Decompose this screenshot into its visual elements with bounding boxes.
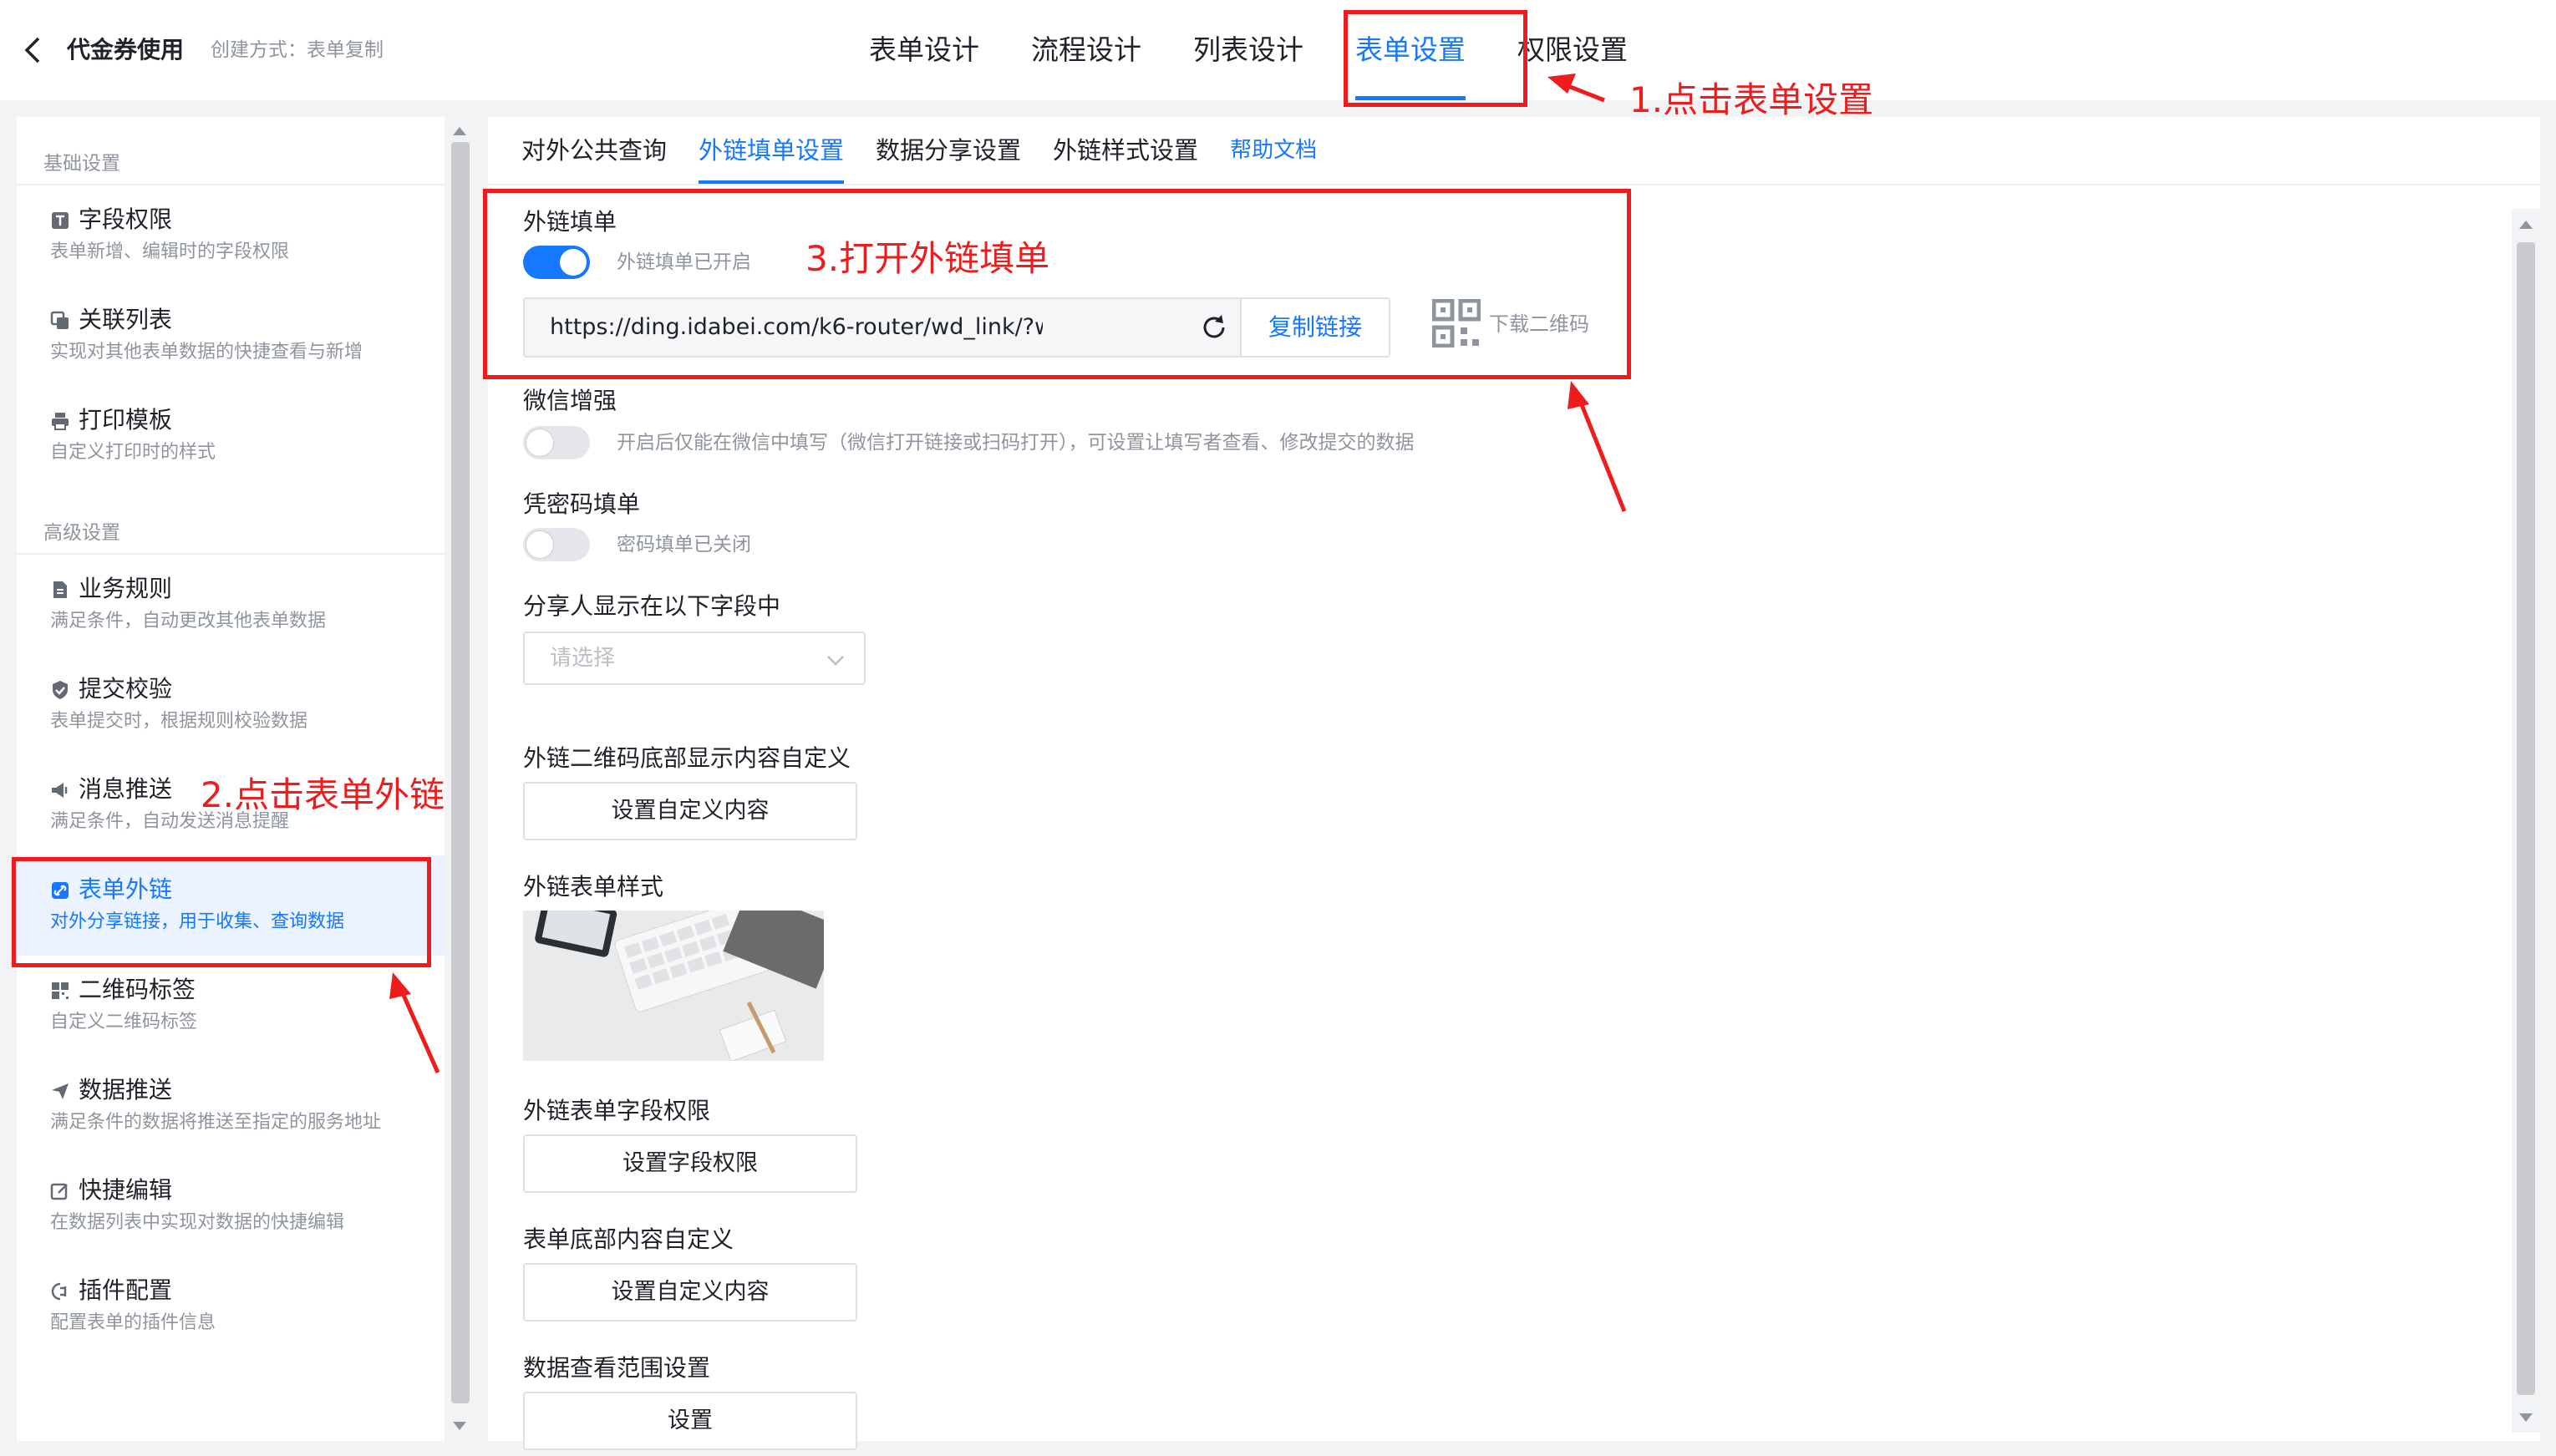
tab-permission-settings[interactable]: 权限设置: [1517, 0, 1628, 100]
annotation-box-step2: [12, 857, 431, 967]
wechat-enhance-toggle[interactable]: [523, 426, 590, 459]
sidebar-scrollbar-thumb[interactable]: [451, 142, 470, 1403]
help-doc-link[interactable]: 帮助文档: [1230, 117, 1317, 184]
toggle-knob: [526, 531, 553, 558]
megaphone-icon: [52, 783, 68, 798]
chevron-down-icon: [827, 656, 844, 666]
external-style-label: 外链表单样式: [523, 873, 664, 900]
plugin-icon: [51, 1282, 67, 1301]
sidebar-group-basic: 基础设置: [17, 117, 445, 185]
sidebar-item-desc: 自定义打印时的样式: [50, 442, 216, 463]
sidebar-item-desc: 在数据列表中实现对数据的快捷编辑: [50, 1212, 345, 1233]
sidebar-item-qrcode-label[interactable]: 二维码标签 自定义二维码标签: [17, 956, 445, 1056]
printer-icon: [52, 413, 69, 430]
set-qr-footer-button[interactable]: 设置自定义内容: [523, 782, 857, 840]
subtab-data-share-settings[interactable]: 数据分享设置: [876, 117, 1021, 184]
wechat-enhance-hint: 开启后仅能在微信中填写（微信打开链接或扫码打开），可设置让填写者查看、修改提交的…: [617, 432, 1415, 454]
sidebar-item-desc: 配置表单的插件信息: [50, 1312, 216, 1333]
scroll-down-arrow-icon[interactable]: [2519, 1413, 2533, 1422]
sidebar-item-label: 打印模板: [79, 406, 173, 434]
sidebar-item-label: 快捷编辑: [79, 1176, 173, 1204]
edit-icon: [50, 1183, 68, 1200]
sidebar-scrollbar[interactable]: [446, 117, 473, 1441]
annotation-step1-text: 1.点击表单设置: [1629, 79, 1874, 120]
app-title: 代金券使用: [67, 36, 185, 63]
tab-form-design[interactable]: 表单设计: [869, 0, 979, 100]
view-scope-settings-button[interactable]: 设置: [523, 1392, 857, 1450]
view-scope-label: 数据查看范围设置: [523, 1354, 711, 1382]
scroll-down-arrow-icon[interactable]: [453, 1422, 466, 1430]
chevron-left-icon[interactable]: [18, 33, 48, 67]
sidebar-item-desc: 满足条件的数据将推送至指定的服务地址: [50, 1112, 382, 1133]
content-scrollbar[interactable]: [2512, 209, 2540, 1433]
sidebar-item-plugin-config[interactable]: 插件配置 配置表单的插件信息: [17, 1256, 445, 1357]
sidebar-item-quick-edit[interactable]: 快捷编辑 在数据列表中实现对数据的快捷编辑: [17, 1156, 445, 1256]
sub-tabs: 对外公共查询 外链填单设置 数据分享设置 外链样式设置 帮助文档: [521, 117, 1349, 184]
tab-list-design[interactable]: 列表设计: [1193, 0, 1303, 100]
tab-flow-design[interactable]: 流程设计: [1031, 0, 1141, 100]
annotation-step3-text: 3.打开外链填单: [805, 238, 1050, 279]
desk-photo-icon: [523, 911, 824, 1061]
set-form-footer-button[interactable]: 设置自定义内容: [523, 1263, 857, 1322]
set-field-permission-button[interactable]: 设置字段权限: [523, 1134, 857, 1193]
scroll-up-arrow-icon[interactable]: [453, 127, 466, 135]
sidebar-item-desc: 表单新增、编辑时的字段权限: [50, 241, 290, 262]
sidebar-item-desc: 满足条件，自动更改其他表单数据: [50, 611, 327, 632]
main-tabs: 表单设计 流程设计 列表设计 表单设置 权限设置: [869, 0, 1679, 100]
subtab-external-style-settings[interactable]: 外链样式设置: [1053, 117, 1198, 184]
sidebar-item-desc: 表单提交时，根据规则校验数据: [50, 711, 308, 732]
sidebar-item-field-permission[interactable]: 字段权限 表单新增、编辑时的字段权限: [17, 185, 445, 286]
text-icon: [52, 212, 69, 229]
top-header: 代金券使用 创建方式：表单复制 表单设计 流程设计 列表设计 表单设置 权限设置: [0, 0, 2556, 100]
copy-icon: [50, 311, 69, 329]
sidebar-item-print-template[interactable]: 打印模板 自定义打印时的样式: [17, 386, 445, 486]
password-fill-label: 凭密码填单: [523, 490, 641, 518]
sidebar-item-data-push[interactable]: 数据推送 满足条件的数据将推送至指定的服务地址: [17, 1056, 445, 1156]
select-placeholder: 请选择: [550, 646, 616, 671]
annotation-box-step1: [1344, 10, 1527, 107]
shield-check-icon: [53, 681, 68, 699]
qrcode-icon: [52, 982, 69, 999]
toggle-knob: [526, 429, 553, 456]
content-scrollbar-thumb[interactable]: [2517, 242, 2535, 1395]
sidebar-item-desc: 实现对其他表单数据的快捷查看与新增: [50, 342, 363, 363]
sidebar-item-label: 插件配置: [79, 1276, 173, 1304]
sidebar-group-advanced: 高级设置: [17, 486, 445, 555]
sharer-field-select[interactable]: 请选择: [523, 632, 866, 685]
send-icon: [52, 1083, 69, 1099]
subtabs-divider: [488, 184, 2540, 185]
app-subtitle: 创建方式：表单复制: [211, 39, 384, 61]
qr-footer-label: 外链二维码底部显示内容自定义: [523, 744, 851, 772]
sidebar-item-label: 业务规则: [79, 575, 173, 602]
sidebar-item-related-list[interactable]: 关联列表 实现对其他表单数据的快捷查看与新增: [17, 286, 445, 386]
document-icon: [53, 581, 67, 598]
sidebar-item-business-rules[interactable]: 业务规则 满足条件，自动更改其他表单数据: [17, 555, 445, 655]
sidebar-item-submit-validation[interactable]: 提交校验 表单提交时，根据规则校验数据: [17, 655, 445, 755]
style-thumbnail-image[interactable]: [523, 911, 824, 1061]
sharer-field-label: 分享人显示在以下字段中: [523, 592, 781, 620]
sidebar-item-label: 关联列表: [79, 306, 173, 333]
subtab-external-fill-settings[interactable]: 外链填单设置: [699, 117, 845, 184]
sidebar-item-label: 数据推送: [79, 1076, 173, 1103]
sidebar-item-label: 二维码标签: [79, 976, 196, 1003]
form-footer-label: 表单底部内容自定义: [523, 1225, 734, 1253]
password-fill-status: 密码填单已关闭: [617, 534, 751, 556]
wechat-enhance-label: 微信增强: [523, 387, 617, 414]
external-field-perm-label: 外链表单字段权限: [523, 1097, 711, 1124]
scroll-up-arrow-icon[interactable]: [2519, 221, 2533, 229]
annotation-step2-text: 2.点击表单外链: [201, 774, 445, 815]
sidebar-item-label: 字段权限: [79, 205, 173, 233]
sidebar-item-desc: 自定义二维码标签: [50, 1012, 198, 1032]
password-fill-toggle[interactable]: [523, 528, 590, 561]
annotation-box-step3: [483, 189, 1631, 379]
subtab-public-query[interactable]: 对外公共查询: [521, 117, 667, 184]
sidebar-item-label: 提交校验: [79, 675, 173, 703]
